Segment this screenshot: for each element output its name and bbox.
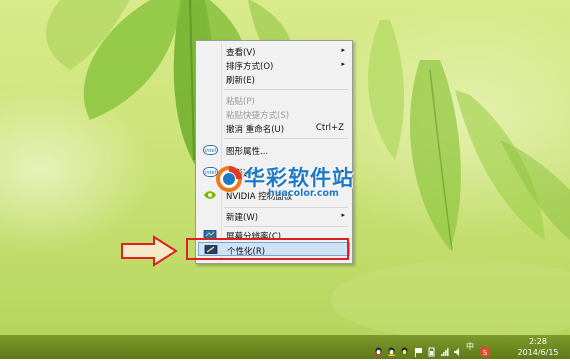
taskbar: 中 S 2:28 2014/6/15	[0, 335, 570, 359]
watermark-logo-icon	[216, 166, 242, 192]
menu-item-new[interactable]: 新建(W) ▸	[198, 209, 350, 223]
menu-separator	[224, 207, 348, 208]
menu-item-view[interactable]: 查看(V) ▸	[198, 44, 350, 58]
menu-item-label: 新建(W)	[226, 213, 259, 223]
menu-item-paste-shortcut[interactable]: 粘贴快捷方式(S)	[198, 107, 350, 121]
system-tray: 中 S 2:28 2014/6/15	[370, 335, 570, 359]
menu-item-paste[interactable]: 粘贴(P)	[198, 93, 350, 107]
menu-separator	[224, 138, 348, 139]
menu-item-label: 粘贴(P)	[226, 97, 255, 107]
watermark-en: huacolor.com	[268, 188, 339, 199]
battery-icon[interactable]	[427, 342, 436, 357]
highlight-callout-box	[186, 238, 349, 260]
menu-separator	[224, 89, 348, 90]
menu-item-shortcut: Ctrl+Z	[315, 123, 344, 133]
network-icon[interactable]	[440, 342, 449, 356]
taskbar-clock[interactable]: 2:28 2014/6/15	[516, 335, 560, 358]
callout-arrow	[121, 235, 178, 267]
menu-item-label: 查看(V)	[226, 48, 256, 58]
clock-date: 2014/6/15	[517, 348, 559, 357]
menu-item-label: 撤消 重命名(U)	[226, 125, 285, 135]
menu-item-refresh[interactable]: 刷新(E)	[198, 72, 350, 86]
qq-icon[interactable]	[387, 342, 396, 356]
intel-icon: intel	[203, 145, 218, 155]
menu-item-undo-rename[interactable]: 撤消 重命名(U) Ctrl+Z	[198, 121, 350, 135]
wechat-icon[interactable]	[400, 342, 409, 355]
ime-icon[interactable]: 中	[466, 342, 476, 352]
site-watermark: 华彩软件站 huacolor.com	[214, 164, 354, 206]
volume-icon[interactable]	[453, 342, 462, 356]
menu-item-graphics-properties[interactable]: intel 图形属性...	[198, 143, 350, 157]
menu-item-label: 排序方式(O)	[226, 62, 274, 72]
svg-text:S: S	[483, 349, 488, 357]
flag-icon[interactable]	[414, 342, 423, 357]
menu-item-label: 刷新(E)	[226, 76, 256, 86]
menu-item-sort-by[interactable]: 排序方式(O) ▸	[198, 58, 350, 72]
submenu-arrow-icon: ▸	[341, 60, 345, 68]
menu-item-label: 粘贴快捷方式(S)	[226, 111, 290, 121]
submenu-arrow-icon: ▸	[341, 211, 345, 219]
qq-icon[interactable]	[374, 342, 383, 356]
menu-item-label: 图形属性...	[226, 147, 269, 157]
desktop-context-menu: 查看(V) ▸ 排序方式(O) ▸ 刷新(E) 粘贴(P) 粘贴快捷方式(S) …	[195, 40, 353, 264]
sogou-icon[interactable]: S	[480, 342, 490, 357]
clock-time: 2:28	[529, 337, 547, 346]
menu-separator	[224, 226, 348, 227]
submenu-arrow-icon: ▸	[341, 46, 345, 54]
